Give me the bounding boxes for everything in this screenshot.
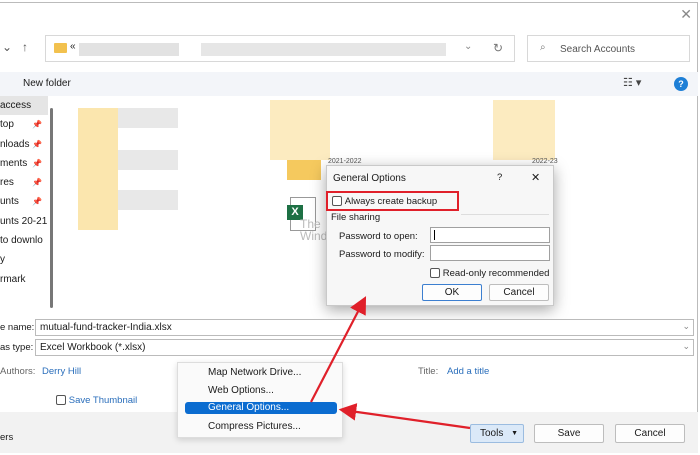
arrow-to-menu	[338, 403, 471, 430]
arrow-to-dialog	[310, 296, 367, 403]
annotation-arrows	[310, 296, 471, 430]
